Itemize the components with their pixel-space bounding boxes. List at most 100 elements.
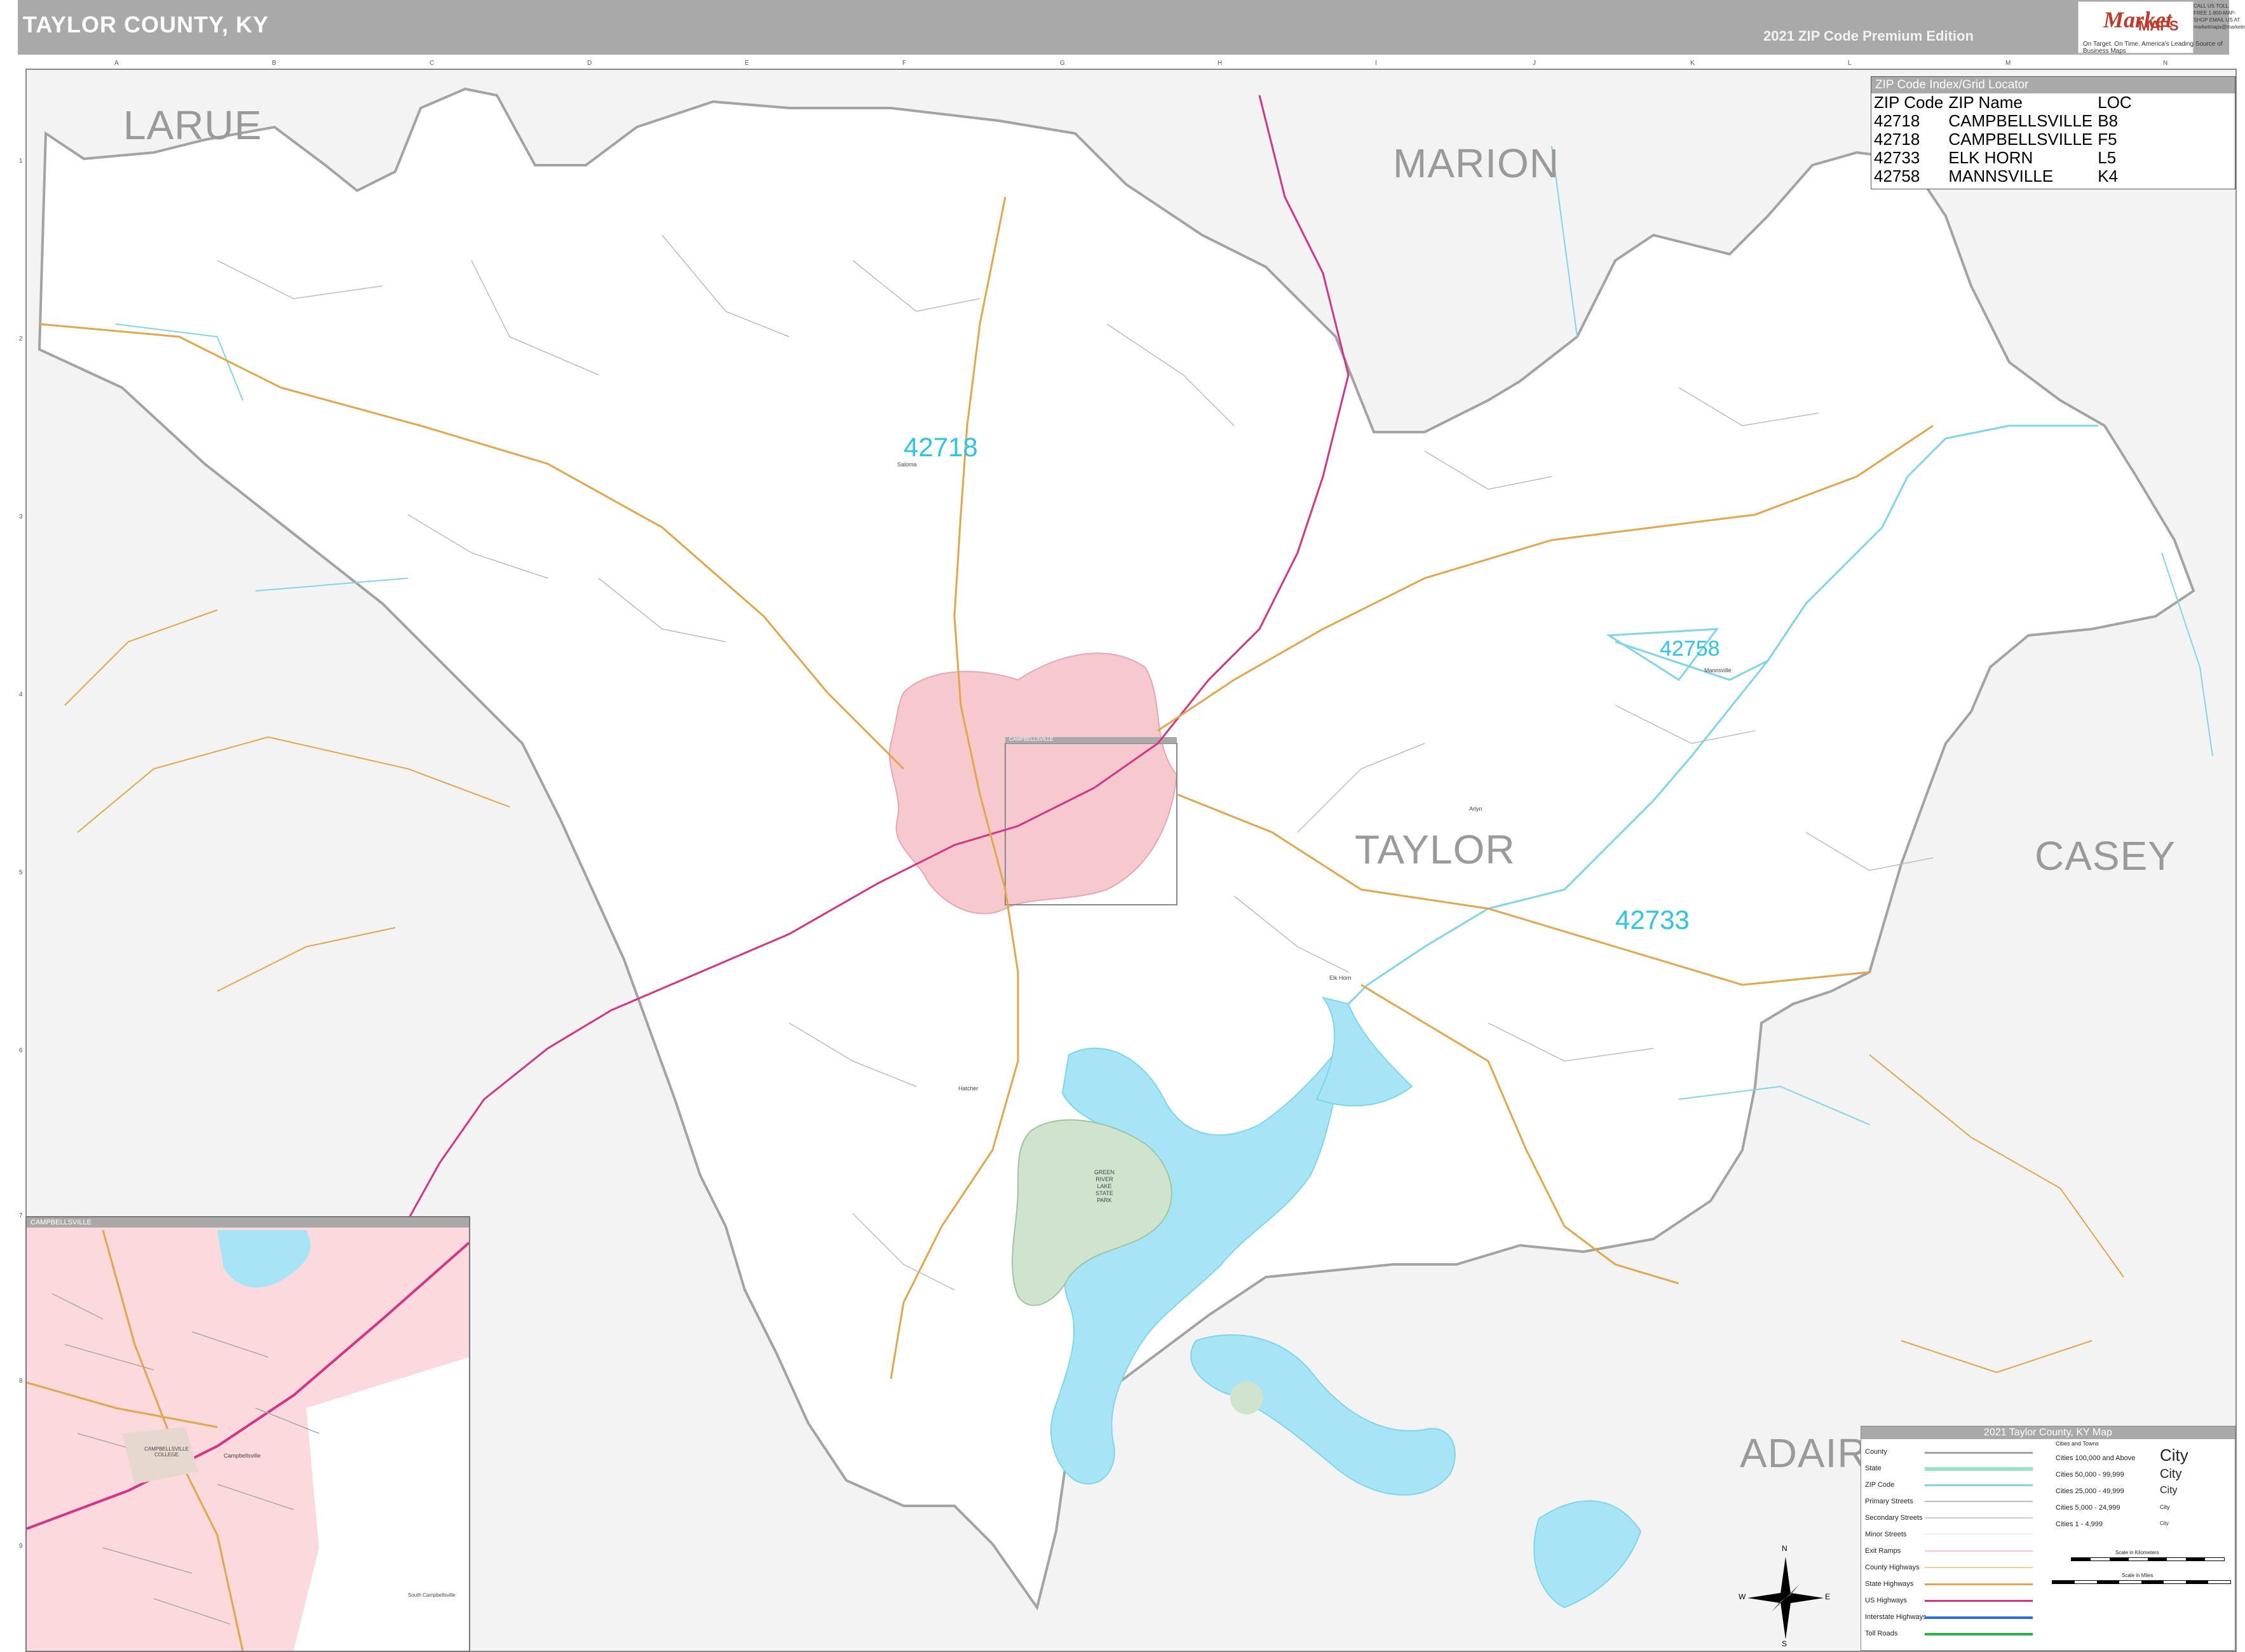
legend-scale-bar-mi: [2052, 1580, 2231, 1584]
grid-col: J: [1533, 60, 1536, 67]
legend-swatch-primary: [1925, 1501, 2033, 1502]
legend-city-size: Cities 50,000 - 99,999: [2056, 1471, 2124, 1479]
zip-label-42733: 42733: [1615, 905, 1690, 935]
campbellsville-inset-map[interactable]: CAMPBELLSVILLE CAMPBELLSVILLE COLLEGE Ca…: [25, 1216, 470, 1652]
inset-white-area: [294, 1357, 469, 1651]
legend-city-size: Cities 5,000 - 24,999: [2056, 1504, 2120, 1512]
inset-college-label: CAMPBELLSVILLE COLLEGE: [144, 1446, 189, 1458]
zip-index-table: ZIP Code ZIP Name LOC 42718 CAMPBELLSVIL…: [1874, 93, 2137, 186]
legend-city-size: Cities 25,000 - 49,999: [2056, 1487, 2124, 1495]
grid-col: G: [1060, 60, 1065, 67]
zip-index-row: 42718 CAMPBELLSVILLE F5: [1874, 130, 2137, 149]
grid-row: 2: [19, 335, 23, 342]
legend-scale-bar-km: [2071, 1557, 2225, 1561]
place-arlyn: Arlyn: [1469, 806, 1482, 812]
compass-w: W: [1739, 1592, 1746, 1601]
zip-label-42758: 42758: [1660, 637, 1720, 661]
zip-code-cell: 42733: [1874, 148, 1920, 167]
grid-row: 1: [19, 158, 23, 165]
zip-code-cell: 42718: [1874, 111, 1920, 130]
grid-col: E: [745, 60, 749, 67]
grid-col: B: [272, 60, 276, 67]
small-park-east: [1230, 1381, 1263, 1414]
header-bar: [18, 0, 2229, 55]
legend-city-sample: City: [2160, 1504, 2170, 1510]
zip-label-42718: 42718: [904, 432, 978, 462]
zip-loc-cell: L5: [2098, 148, 2117, 167]
legend-swatch-secondary: [1925, 1517, 2033, 1519]
zip-index-header: ZIP Code: [1874, 93, 1944, 112]
lake-south-arm: [1190, 1334, 1456, 1496]
grid-row: 6: [19, 1047, 23, 1054]
county-label-larue: LARUE: [123, 102, 262, 148]
legend-city-sample: City: [2160, 1520, 2169, 1526]
grid-column-labels: A B C D E F G H I J K L M N: [25, 60, 2234, 67]
legend-item: County: [1865, 1448, 1887, 1456]
legend-swatch-county: [1925, 1452, 2033, 1454]
legend-swatch-state: [1925, 1467, 2033, 1471]
map-title: TAYLOR COUNTY, KY: [23, 11, 269, 37]
legend-item: US Highways: [1865, 1597, 1908, 1604]
legend-item: County Highways: [1865, 1564, 1920, 1571]
zip-index-title: ZIP Code Index/Grid Locator: [1871, 77, 2235, 93]
compass-e: E: [1825, 1592, 1831, 1601]
legend-swatch-us-hwy: [1925, 1600, 2033, 1602]
grid-row: 3: [19, 513, 23, 520]
legend-item: Exit Ramps: [1865, 1547, 1901, 1555]
grid-col: F: [902, 60, 907, 67]
zip-index-row: 42733 ELK HORN L5: [1874, 149, 2137, 167]
legend-city-size: Cities 100,000 and Above: [2056, 1454, 2136, 1462]
legend-item: Interstate Highways: [1865, 1613, 1927, 1621]
map-legend: 2021 Taylor County, KY Map County State …: [1861, 1426, 2235, 1651]
zip-name-cell: ELK HORN: [1948, 148, 2033, 167]
zip-name-cell: CAMPBELLSVILLE: [1948, 111, 2093, 130]
grid-col: D: [587, 60, 592, 67]
legend-swatch-county-hwy: [1925, 1567, 2033, 1568]
zip-loc-cell: K4: [2098, 166, 2119, 186]
legend-item: ZIP Code: [1865, 1481, 1895, 1489]
legend-city-sample: City: [2160, 1485, 2178, 1496]
grid-col: A: [114, 60, 119, 67]
legend-city-sample: City: [2160, 1446, 2188, 1465]
grid-row: 8: [19, 1378, 23, 1385]
legend-cities-header: Cities and Towns: [2056, 1440, 2099, 1447]
place-saloma: Saloma: [897, 461, 917, 468]
legend-item: Primary Streets: [1865, 1498, 1913, 1505]
inset-canvas: [27, 1229, 469, 1651]
logo-tagline: On Target. On Time. America's Leading So…: [2083, 41, 2223, 55]
grid-col: L: [1848, 60, 1852, 67]
grid-col: H: [1217, 60, 1223, 67]
inset-place-label: Campbellsville: [224, 1452, 261, 1459]
logo-word-maps: MAPS: [2138, 18, 2179, 34]
zip-name-cell: CAMPBELLSVILLE: [1948, 130, 2093, 149]
grid-row: 7: [19, 1212, 23, 1219]
zip-name-cell: MANNSVILLE: [1948, 166, 2054, 186]
campbellsville-box-label: CAMPBELLSVILLE: [1009, 736, 1054, 742]
legend-item: Secondary Streets: [1865, 1514, 1923, 1522]
compass-n: N: [1782, 1544, 1787, 1553]
zip-code-cell: 42758: [1874, 166, 1920, 186]
zip-code-index: ZIP Code Index/Grid Locator ZIP Code ZIP…: [1871, 76, 2235, 189]
legend-item: State Highways: [1865, 1580, 1914, 1588]
legend-title: 2021 Taylor County, KY Map: [1861, 1426, 2235, 1439]
park-label: GREEN RIVER LAKE STATE PARK: [1094, 1169, 1115, 1203]
zip-index-header: LOC: [2098, 93, 2132, 112]
legend-item: Toll Roads: [1865, 1630, 1898, 1637]
grid-col: M: [2005, 60, 2011, 67]
logo-contact: CALL US TOLL FREE 1-800-MAP-SHOP EMAIL U…: [2194, 3, 2245, 30]
county-label-taylor: TAYLOR: [1355, 827, 1516, 872]
county-label-casey: CASEY: [2035, 833, 2176, 879]
grid-col: N: [2163, 60, 2168, 67]
legend-scale-mi: Scale in Miles: [2122, 1573, 2153, 1578]
legend-swatch-ramps: [1925, 1550, 2033, 1552]
zip-index-row: 42758 MANNSVILLE K4: [1874, 167, 2137, 186]
legend-swatch-state-hwy: [1925, 1583, 2033, 1585]
legend-scale-km: Scale in Kilometers: [2115, 1550, 2159, 1555]
grid-row: 4: [19, 691, 23, 698]
compass-s: S: [1782, 1639, 1787, 1648]
grid-row: 5: [19, 869, 23, 876]
legend-city-size: Cities 1 - 4,999: [2056, 1520, 2103, 1528]
place-hatcher: Hatcher: [958, 1085, 979, 1092]
county-label-adair: ADAIR: [1740, 1430, 1868, 1476]
legend-item: State: [1865, 1465, 1882, 1472]
